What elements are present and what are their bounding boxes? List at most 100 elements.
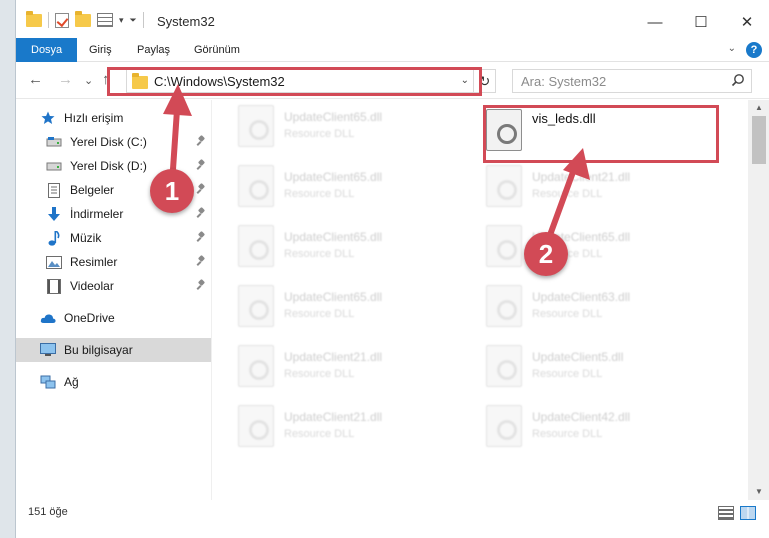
large-icons-view-icon[interactable] bbox=[740, 506, 756, 520]
back-button[interactable]: ← bbox=[28, 71, 43, 88]
sidebar-item-videos[interactable]: Videolar bbox=[16, 274, 211, 298]
pin-icon[interactable] bbox=[197, 256, 205, 266]
sidebar-item-music[interactable]: Müzik bbox=[16, 226, 211, 250]
chevron-down-icon[interactable]: ▾ bbox=[119, 15, 124, 26]
file-name: UpdateClient65.dll bbox=[284, 170, 383, 184]
sidebar-item-label: Yerel Disk (C:) bbox=[70, 135, 147, 149]
recent-locations-button[interactable]: ⌄ bbox=[84, 74, 93, 87]
pin-icon[interactable] bbox=[197, 232, 205, 242]
file-name: UpdateClient65.dll bbox=[284, 110, 383, 124]
file-name: UpdateClient65.dll bbox=[284, 290, 383, 304]
file-highlight bbox=[483, 105, 719, 163]
sidebar-item-network[interactable]: Ağ bbox=[16, 370, 211, 394]
dll-file-icon bbox=[238, 285, 274, 327]
file-item[interactable]: UpdateClient65.dll Resource DLL bbox=[234, 220, 474, 276]
sidebar-item-label: İndirmeler bbox=[70, 207, 124, 221]
drive-icon bbox=[46, 158, 62, 174]
sidebar-item-label: Müzik bbox=[70, 231, 102, 245]
scroll-up-button[interactable]: ▲ bbox=[748, 100, 769, 116]
file-item[interactable]: UpdateClient65.dll Resource DLL bbox=[234, 160, 474, 216]
dll-file-icon bbox=[486, 405, 522, 447]
pin-icon[interactable] bbox=[197, 136, 205, 146]
file-type: Resource DLL bbox=[284, 248, 355, 260]
file-item[interactable]: UpdateClient63.dll Resource DLL bbox=[482, 280, 722, 336]
file-name: UpdateClient63.dll bbox=[532, 290, 631, 304]
tab-home[interactable]: Giriş bbox=[89, 38, 112, 62]
pin-icon[interactable] bbox=[197, 208, 205, 218]
file-type: Resource DLL bbox=[532, 308, 603, 320]
dll-file-icon bbox=[238, 405, 274, 447]
documents-icon bbox=[46, 182, 62, 198]
file-name: UpdateClient21.dll bbox=[284, 350, 383, 364]
sidebar-item-onedrive[interactable]: OneDrive bbox=[16, 306, 211, 330]
vertical-scrollbar[interactable]: ▲ ▼ bbox=[748, 100, 769, 500]
file-name: UpdateClient21.dll bbox=[532, 170, 631, 184]
dll-file-icon bbox=[486, 225, 522, 267]
pictures-icon bbox=[46, 254, 62, 270]
customize-toolbar-icon[interactable]: ⏷ bbox=[130, 15, 137, 26]
new-folder-icon[interactable] bbox=[75, 10, 91, 27]
sidebar-item-label: Resimler bbox=[70, 255, 118, 269]
navigation-pane: Hızlı erişim Yerel Disk (C:) Yerel Disk … bbox=[16, 100, 211, 500]
file-item[interactable]: UpdateClient65.dll Resource DLL bbox=[234, 280, 474, 336]
file-type: Resource DLL bbox=[284, 308, 355, 320]
videos-icon bbox=[46, 278, 62, 294]
forward-button[interactable]: → bbox=[58, 71, 73, 88]
file-item[interactable]: UpdateClient5.dll Resource DLL bbox=[482, 340, 722, 396]
file-type: Resource DLL bbox=[284, 128, 355, 140]
file-name: UpdateClient65.dll bbox=[284, 230, 383, 244]
dll-file-icon bbox=[238, 165, 274, 207]
file-type: Resource DLL bbox=[532, 368, 603, 380]
star-icon bbox=[40, 110, 56, 126]
item-count: 151 öğe bbox=[28, 506, 68, 518]
file-item[interactable]: UpdateClient65.dll Resource DLL bbox=[234, 100, 474, 156]
file-type: Resource DLL bbox=[532, 188, 603, 200]
sidebar-item-pictures[interactable]: Resimler bbox=[16, 250, 211, 274]
pin-icon[interactable] bbox=[197, 184, 205, 194]
dll-file-icon bbox=[238, 225, 274, 267]
pin-icon[interactable] bbox=[197, 160, 205, 170]
sidebar-item-label: OneDrive bbox=[64, 311, 115, 325]
window-title: System32 bbox=[157, 14, 215, 29]
file-item[interactable]: UpdateClient42.dll Resource DLL bbox=[482, 400, 722, 456]
sidebar-item-this-pc[interactable]: Bu bilgisayar bbox=[16, 338, 211, 362]
view-options-icon[interactable] bbox=[97, 13, 113, 27]
scroll-thumb[interactable] bbox=[752, 116, 766, 164]
pin-icon[interactable] bbox=[197, 280, 205, 290]
help-button[interactable]: ? bbox=[746, 42, 762, 58]
toolbar-separator bbox=[48, 12, 49, 28]
tab-file[interactable]: Dosya bbox=[16, 38, 78, 62]
file-name: UpdateClient5.dll bbox=[532, 350, 624, 364]
search-input[interactable] bbox=[513, 70, 723, 92]
tab-share[interactable]: Paylaş bbox=[137, 38, 170, 62]
ribbon-expand-icon[interactable]: ⌄ bbox=[728, 43, 736, 54]
cloud-icon bbox=[40, 310, 56, 326]
scroll-down-button[interactable]: ▼ bbox=[748, 484, 769, 500]
sidebar-item-label: Belgeler bbox=[70, 183, 115, 197]
sidebar-item-label: Ağ bbox=[64, 375, 79, 389]
file-item[interactable]: UpdateClient21.dll Resource DLL bbox=[482, 160, 722, 216]
dll-file-icon bbox=[486, 285, 522, 327]
file-item[interactable]: UpdateClient21.dll Resource DLL bbox=[234, 400, 474, 456]
dll-file-icon bbox=[238, 345, 274, 387]
file-name: UpdateClient21.dll bbox=[284, 410, 383, 424]
properties-check-icon[interactable] bbox=[55, 12, 69, 28]
sidebar-item-label: Hızlı erişim bbox=[64, 111, 124, 125]
sidebar-item-label: Videolar bbox=[70, 279, 114, 293]
tab-view[interactable]: Görünüm bbox=[194, 38, 240, 62]
file-name: UpdateClient42.dll bbox=[532, 410, 631, 424]
file-type: Resource DLL bbox=[284, 188, 355, 200]
folder-icon bbox=[26, 10, 42, 27]
address-highlight bbox=[107, 67, 482, 96]
file-type: Resource DLL bbox=[284, 428, 355, 440]
search-icon[interactable] bbox=[731, 73, 745, 87]
search-box[interactable] bbox=[512, 69, 752, 93]
file-item[interactable]: UpdateClient21.dll Resource DLL bbox=[234, 340, 474, 396]
sidebar-item-local-disk-c[interactable]: Yerel Disk (C:) bbox=[16, 130, 211, 154]
details-view-icon[interactable] bbox=[718, 506, 734, 520]
sidebar-item-quick-access[interactable]: Hızlı erişim bbox=[16, 106, 211, 130]
dll-file-icon bbox=[486, 165, 522, 207]
file-item[interactable]: UpdateClient65.dll Resource DLL bbox=[482, 220, 722, 276]
file-type: Resource DLL bbox=[532, 428, 603, 440]
music-icon bbox=[46, 230, 62, 246]
